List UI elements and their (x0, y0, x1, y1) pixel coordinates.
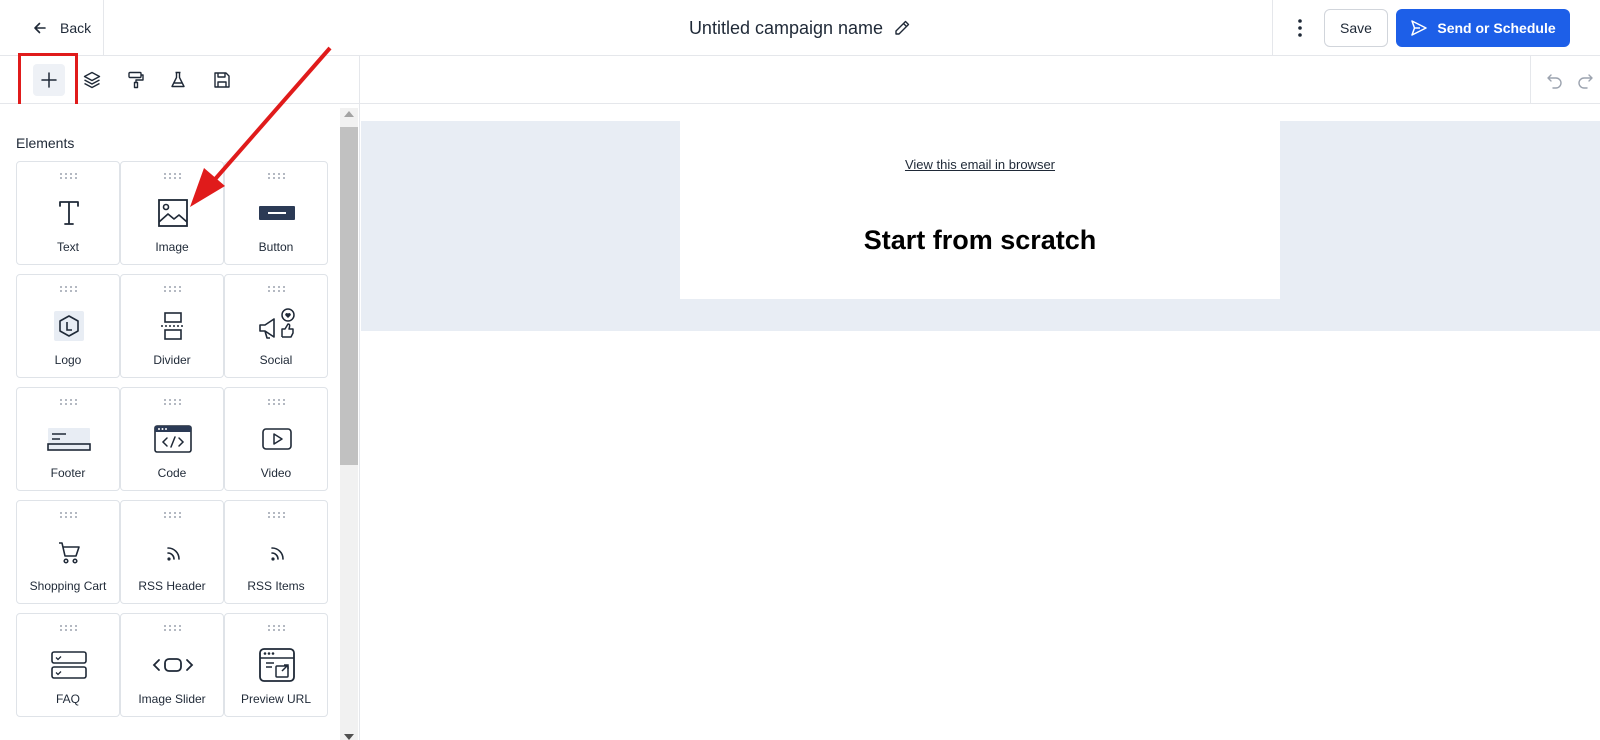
drag-handle-icon (164, 399, 181, 405)
layers-tab[interactable] (76, 64, 108, 96)
send-or-schedule-button[interactable]: Send or Schedule (1396, 9, 1570, 47)
drag-handle-icon (60, 512, 77, 518)
preview-url-icon (252, 645, 302, 685)
element-card-image-slider[interactable]: Image Slider (120, 613, 224, 717)
code-icon (148, 419, 198, 459)
element-label: FAQ (55, 692, 80, 706)
social-icon (252, 306, 302, 346)
save-disk-icon (214, 72, 230, 88)
layers-icon (83, 71, 101, 89)
element-label: Divider (153, 353, 191, 367)
email-canvas[interactable]: View this email in browser Start from sc… (361, 104, 1600, 740)
image-slider-icon (148, 645, 198, 685)
test-tab[interactable] (162, 64, 194, 96)
shopping-cart-icon (44, 532, 94, 572)
email-headline[interactable]: Start from scratch (680, 225, 1280, 256)
flask-icon (171, 71, 185, 88)
pencil-icon[interactable] (893, 19, 911, 37)
element-label: Preview URL (240, 692, 312, 706)
element-label: Image (155, 240, 189, 254)
element-label: Shopping Cart (29, 579, 107, 593)
editor-toolbar (0, 56, 1600, 104)
rss-icon (252, 532, 302, 572)
element-card-divider[interactable]: Divider (120, 274, 224, 378)
button-icon (252, 193, 302, 233)
element-label: Text (56, 240, 79, 254)
elements-panel: Elements Text Image Button Logo Divider … (0, 104, 360, 740)
element-label: Button (258, 240, 294, 254)
element-card-image[interactable]: Image (120, 161, 224, 265)
element-card-video[interactable]: Video (224, 387, 328, 491)
drag-handle-icon (164, 625, 181, 631)
drag-handle-icon (268, 399, 285, 405)
element-card-text[interactable]: Text (16, 161, 120, 265)
save-button[interactable]: Save (1324, 9, 1388, 47)
view-in-browser-link[interactable]: View this email in browser (680, 157, 1280, 172)
element-label: Social (259, 353, 293, 367)
faq-icon (44, 645, 94, 685)
elements-heading: Elements (16, 135, 75, 151)
drag-handle-icon (268, 625, 285, 631)
history-controls (1530, 56, 1600, 104)
back-button[interactable]: Back (0, 0, 104, 56)
header-divider (1272, 0, 1273, 56)
element-card-rss-items[interactable]: RSS Items (224, 500, 328, 604)
paint-roller-icon (128, 71, 144, 89)
footer-icon (44, 419, 94, 459)
element-label: RSS Header (138, 579, 206, 593)
element-card-rss-header[interactable]: RSS Header (120, 500, 224, 604)
divider-icon (148, 306, 198, 346)
drag-handle-icon (60, 625, 77, 631)
element-card-social[interactable]: Social (224, 274, 328, 378)
undo-icon[interactable] (1545, 70, 1565, 90)
element-card-logo[interactable]: Logo (16, 274, 120, 378)
element-card-preview-url[interactable]: Preview URL (224, 613, 328, 717)
video-icon (252, 419, 302, 459)
styles-tab[interactable] (120, 64, 152, 96)
element-card-button[interactable]: Button (224, 161, 328, 265)
sidebar-scrollbar-thumb[interactable] (340, 127, 358, 465)
element-label: Code (157, 466, 187, 480)
back-label: Back (60, 20, 92, 36)
send-icon (1411, 20, 1428, 36)
element-label: RSS Items (247, 579, 305, 593)
text-icon (44, 193, 94, 233)
rss-icon (148, 532, 198, 572)
arrow-left-icon (34, 22, 46, 34)
element-label: Video (260, 466, 292, 480)
scroll-down-icon[interactable] (344, 734, 354, 740)
drag-handle-icon (60, 173, 77, 179)
element-label: Image Slider (138, 692, 206, 706)
redo-icon[interactable] (1575, 70, 1595, 90)
drag-handle-icon (164, 173, 181, 179)
drag-handle-icon (60, 399, 77, 405)
drag-handle-icon (164, 286, 181, 292)
element-label: Footer (50, 466, 86, 480)
email-body[interactable]: View this email in browser Start from sc… (680, 121, 1280, 299)
element-label: Logo (54, 353, 82, 367)
top-bar: Back Untitled campaign name Save Send or… (0, 0, 1600, 56)
element-card-faq[interactable]: FAQ (16, 613, 120, 717)
element-card-code[interactable]: Code (120, 387, 224, 491)
drag-handle-icon (60, 286, 77, 292)
logo-icon (44, 306, 94, 346)
more-options-icon[interactable] (1288, 16, 1312, 40)
drag-handle-icon (268, 286, 285, 292)
drag-handle-icon (268, 173, 285, 179)
image-icon (148, 193, 198, 233)
element-card-shopping-cart[interactable]: Shopping Cart (16, 500, 120, 604)
drag-handle-icon (268, 512, 285, 518)
save-template-tab[interactable] (206, 64, 238, 96)
annotation-highlight-box (18, 53, 78, 108)
element-card-footer[interactable]: Footer (16, 387, 120, 491)
scroll-up-icon[interactable] (344, 111, 354, 117)
drag-handle-icon (164, 512, 181, 518)
campaign-name[interactable]: Untitled campaign name (689, 18, 883, 39)
send-label: Send or Schedule (1437, 20, 1556, 36)
